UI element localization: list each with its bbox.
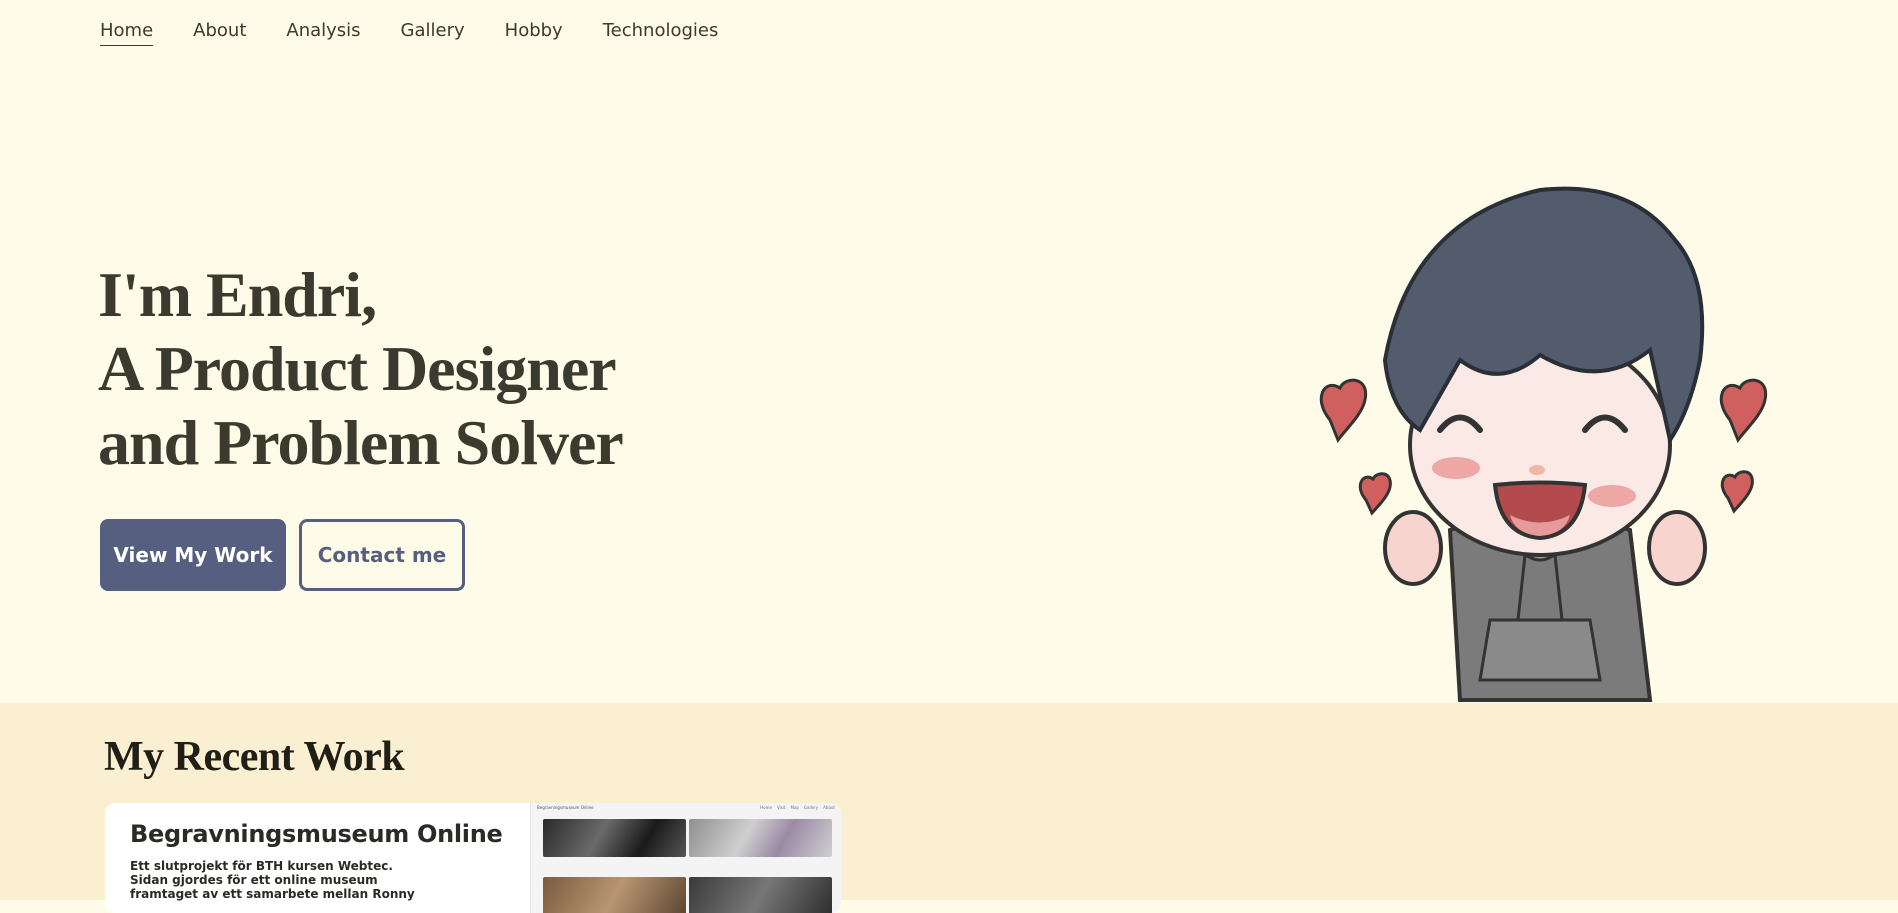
preview-nav-item: Home bbox=[760, 805, 772, 810]
main-nav: Home About Analysis Gallery Hobby Techno… bbox=[100, 20, 718, 46]
nav-analysis[interactable]: Analysis bbox=[286, 20, 360, 46]
preview-nav: Home Visit Map Gallery About bbox=[760, 805, 835, 810]
view-my-work-button[interactable]: View My Work bbox=[100, 519, 286, 591]
nav-gallery[interactable]: Gallery bbox=[401, 20, 465, 46]
preview-thumb bbox=[543, 819, 686, 857]
preview-thumb bbox=[689, 819, 832, 857]
heart-icon bbox=[1319, 378, 1368, 444]
preview-nav-item: About bbox=[823, 805, 835, 810]
project-title: Begravningsmuseum Online bbox=[130, 820, 503, 848]
heart-icon bbox=[1719, 378, 1768, 444]
chibi-boy-mascot bbox=[1319, 186, 1768, 702]
heart-icon bbox=[1720, 470, 1754, 514]
project-desc-line: Ett slutprojekt för BTH kursen Webtec. bbox=[130, 859, 393, 873]
preview-nav-item: Map bbox=[790, 805, 799, 810]
hero-line-2: A Product Designer bbox=[98, 333, 617, 404]
hero-line-3: and Problem Solver bbox=[98, 407, 624, 478]
hero-line-1: I'm Endri, bbox=[98, 259, 377, 330]
recent-work-title: My Recent Work bbox=[104, 734, 405, 780]
nav-hobby[interactable]: Hobby bbox=[505, 20, 563, 46]
contact-me-button[interactable]: Contact me bbox=[299, 519, 465, 591]
project-card[interactable]: Begravningsmuseum Online Ett slutprojekt… bbox=[105, 803, 841, 913]
recent-work-section: My Recent Work Begravningsmuseum Online … bbox=[0, 703, 1898, 913]
nav-home[interactable]: Home bbox=[100, 20, 154, 46]
hero-title: I'm Endri, A Product Designer and Proble… bbox=[98, 258, 624, 480]
project-desc-line: Sidan gjordes för ett online museum bbox=[130, 873, 378, 887]
project-preview-image: Begravningsmuseum Online Home Visit Map … bbox=[530, 803, 841, 913]
preview-thumb bbox=[543, 877, 686, 913]
heart-icon bbox=[1358, 472, 1392, 516]
project-description: Ett slutprojekt för BTH kursen Webtec. S… bbox=[130, 859, 460, 901]
nav-about[interactable]: About bbox=[193, 20, 246, 46]
preview-brand: Begravningsmuseum Online bbox=[537, 805, 594, 810]
hero-buttons: View My Work Contact me bbox=[100, 519, 465, 591]
preview-nav-item: Gallery bbox=[803, 805, 819, 810]
preview-nav-item: Visit bbox=[776, 805, 786, 810]
project-desc-line: framtaget av ett samarbete mellan Ronny bbox=[130, 887, 415, 901]
nav-technologies[interactable]: Technologies bbox=[603, 20, 719, 46]
preview-thumb bbox=[689, 877, 832, 913]
